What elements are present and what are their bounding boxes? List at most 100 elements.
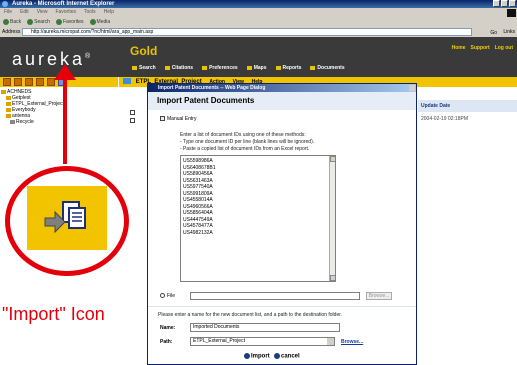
- file-option: File Browse...: [160, 292, 410, 300]
- windows-logo-icon: [507, 9, 516, 17]
- home-link[interactable]: Home: [452, 45, 466, 51]
- dialog-close-button[interactable]: [409, 85, 415, 91]
- address-bar: Address http://aureka.micropat.com/?nc/h…: [0, 27, 517, 37]
- document-id-textarea[interactable]: US5598986A US6408678B1 US5890456A US5631…: [180, 155, 336, 282]
- support-link[interactable]: Support: [471, 45, 490, 51]
- scroll-down-arrow[interactable]: [330, 275, 335, 281]
- name-label: Name:: [160, 325, 176, 331]
- search-button[interactable]: Search: [27, 17, 50, 27]
- app-header: aureka® Gold Home Support Log out Search…: [0, 37, 517, 77]
- name-input[interactable]: Imported Documents: [190, 323, 340, 332]
- copy-icon[interactable]: [14, 78, 22, 86]
- back-label: Back: [10, 19, 22, 25]
- menu-view[interactable]: View: [37, 8, 48, 17]
- manual-entry-checkbox[interactable]: [160, 116, 165, 122]
- nav-reports[interactable]: Reports: [275, 65, 301, 71]
- browser-title: Aureka - Microsoft Internet Explorer: [12, 1, 115, 7]
- nav-citations-label: Citations: [171, 65, 194, 71]
- favorites-button[interactable]: Favorites: [55, 17, 84, 27]
- project-folder-icon: [123, 78, 131, 85]
- aureka-logo: aureka®: [12, 49, 93, 70]
- folder-icon: [6, 101, 11, 106]
- close-button[interactable]: [509, 0, 516, 7]
- reports-icon: [275, 65, 281, 70]
- update-date-column: Update Date 2004-02-19 02:18PM: [418, 100, 517, 160]
- menu-favorites[interactable]: Favorites: [55, 8, 76, 17]
- scroll-up-arrow[interactable]: [330, 156, 335, 162]
- search-icon: [132, 65, 137, 70]
- maximize-button[interactable]: [501, 0, 508, 7]
- search-icon: [27, 18, 34, 25]
- menu-help[interactable]: Help: [104, 8, 114, 17]
- divider: [148, 306, 416, 307]
- scrollbar[interactable]: [329, 156, 335, 281]
- star-icon: [55, 18, 62, 25]
- update-date-value: 2004-02-19 02:18PM: [421, 116, 468, 122]
- header-links: Home Support Log out: [452, 45, 513, 51]
- nav-preferences-label: Preferences: [209, 65, 238, 71]
- import-button[interactable]: Import: [244, 353, 270, 360]
- minimize-button[interactable]: [493, 0, 500, 7]
- instructions: Enter a list of document IDs using one o…: [180, 132, 314, 153]
- update-date-header[interactable]: Update Date: [418, 100, 517, 112]
- chevron-down-icon[interactable]: [327, 338, 334, 345]
- menu-file[interactable]: File: [4, 8, 12, 17]
- nav-search[interactable]: Search: [132, 65, 156, 71]
- address-label: Address: [2, 29, 21, 35]
- edit-icon[interactable]: [25, 78, 33, 86]
- menu-tools[interactable]: Tools: [84, 8, 96, 17]
- annotation-label: "Import" Icon: [2, 304, 105, 324]
- links-label[interactable]: Links: [503, 27, 515, 37]
- link-icon[interactable]: [36, 78, 44, 86]
- media-icon: [89, 18, 96, 25]
- dialog-title: Import Patent Documents -- Web Page Dial…: [158, 85, 266, 91]
- path-browse-link[interactable]: Browse...: [341, 339, 363, 345]
- tree-label: Recycle: [16, 119, 34, 125]
- menu-edit[interactable]: Edit: [20, 8, 29, 17]
- import-label: Import: [251, 353, 270, 360]
- brand-mark: ®: [85, 53, 94, 60]
- row-checkbox[interactable]: [130, 118, 135, 123]
- document-id: US4982132A: [183, 229, 213, 236]
- nav-search-label: Search: [139, 65, 156, 71]
- annotation-circle: [5, 166, 129, 276]
- logout-link[interactable]: Log out: [495, 45, 513, 51]
- nav-preferences[interactable]: Preferences: [202, 65, 238, 71]
- row-checkbox[interactable]: [130, 110, 135, 115]
- cancel-button[interactable]: cancel: [274, 353, 300, 360]
- nav-maps[interactable]: Maps: [246, 65, 267, 71]
- instruction-line: Enter a list of document IDs using one o…: [180, 132, 306, 138]
- file-browse-button: Browse...: [366, 292, 392, 300]
- nav-documents[interactable]: Documents: [310, 65, 345, 71]
- documents-icon: [310, 65, 316, 70]
- dialog-heading: Import Patent Documents: [148, 92, 416, 110]
- main-nav: Search Citations Preferences Maps Report…: [132, 65, 345, 71]
- back-arrow-icon: [3, 18, 9, 25]
- import-dialog: Import Patent Documents -- Web Page Dial…: [147, 83, 417, 365]
- cancel-label: cancel: [281, 353, 300, 360]
- path-select[interactable]: ETPL_External_Project: [190, 337, 335, 346]
- browser-toolbar: Back Search Favorites Media: [0, 17, 517, 27]
- media-button[interactable]: Media: [89, 17, 110, 27]
- tree-item-recycle[interactable]: Recycle: [1, 119, 117, 125]
- new-folder-icon[interactable]: [3, 78, 11, 86]
- file-path-input[interactable]: [190, 292, 360, 300]
- folder-tree: ACHNEDS Getplest ETPL_External_Project E…: [1, 89, 117, 139]
- browser-titlebar: Aureka - Microsoft Internet Explorer: [0, 0, 517, 8]
- cancel-circle-icon: [274, 353, 280, 359]
- search-label: Search: [34, 19, 50, 25]
- nav-citations[interactable]: Citations: [164, 65, 194, 71]
- ie-logo-icon: [2, 1, 8, 7]
- edition-label: Gold: [130, 44, 158, 58]
- folder-icon: [1, 89, 6, 94]
- back-button[interactable]: Back: [3, 17, 21, 27]
- nav-documents-label: Documents: [317, 65, 345, 71]
- recycle-bin-icon: [10, 119, 15, 124]
- manual-entry-option[interactable]: Manual Entry: [160, 116, 196, 122]
- manual-entry-label: Manual Entry: [167, 116, 197, 122]
- instruction-line: - Type one document ID per line (blank l…: [180, 139, 315, 145]
- file-radio[interactable]: [160, 293, 165, 299]
- instruction-line: - Paste a copied list of document IDs fr…: [180, 146, 310, 152]
- folder-icon: [6, 95, 11, 100]
- address-input[interactable]: http://aureka.micropat.com/?nc/html/ara_…: [22, 28, 472, 36]
